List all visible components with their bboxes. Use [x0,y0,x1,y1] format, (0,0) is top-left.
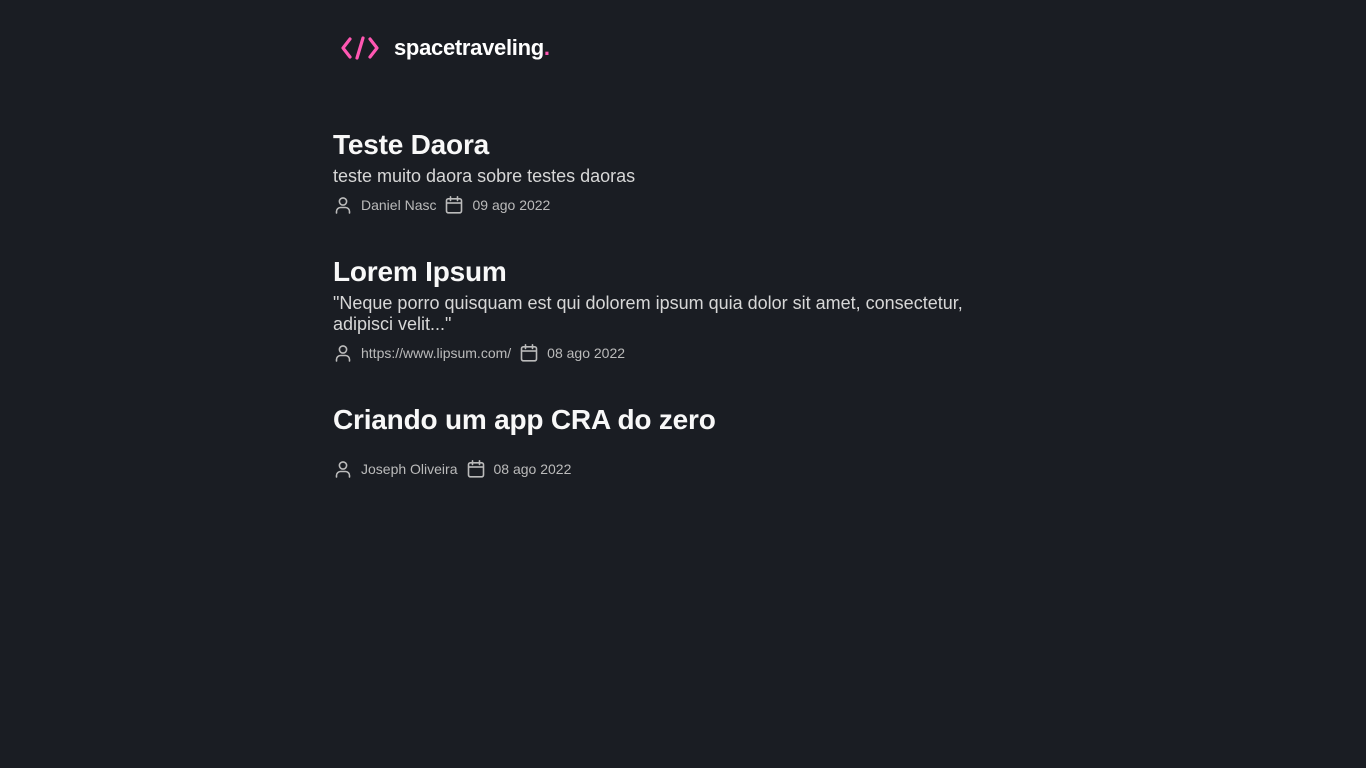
post-info: Daniel Nasc 09 ago 2022 [333,193,1033,217]
date-text: 08 ago 2022 [493,461,572,477]
author-name: Daniel Nasc [361,197,437,213]
post-title: Lorem Ipsum [333,256,507,287]
user-icon [335,197,351,214]
post-item[interactable]: Lorem Ipsum "Neque porro quisquam est qu… [333,255,1033,365]
post-info: Joseph Oliveira 08 ago 2022 [333,457,1033,481]
logo-dot: . [543,35,551,60]
calendar-icon [467,459,484,478]
post-item[interactable]: Teste Daora teste muito daora sobre test… [333,128,1033,217]
calendar-icon [520,343,538,362]
post-author: Joseph Oliveira [333,459,458,479]
post-author: Daniel Nasc [333,195,436,215]
date-text: 08 ago 2022 [547,345,626,361]
post-info: https://www.lipsum.com/ 08 ago 2022 [333,341,1033,365]
post-subtitle [333,441,1023,451]
date-text: 09 ago 2022 [472,197,551,213]
user-icon [335,461,351,478]
post-title: Criando um app CRA do zero [333,404,716,435]
site-logo[interactable]: spacetraveling. [341,33,550,63]
post-item[interactable]: Criando um app CRA do zero Joseph Olivei… [333,403,1033,481]
calendar-icon [446,195,463,214]
author-name: Joseph Oliveira [361,461,458,477]
post-subtitle: teste muito daora sobre testes daoras [333,166,636,186]
post-date: 09 ago 2022 [444,195,550,215]
post-subtitle: "Neque porro quisquam est qui dolorem ip… [333,293,963,334]
logo-text: spacetraveling [394,35,544,60]
post-title: Teste Daora [333,129,490,160]
post-date: 08 ago 2022 [466,459,572,479]
author-name: https://www.lipsum.com/ [361,345,512,361]
user-icon [335,345,351,362]
post-author: https://www.lipsum.com/ [333,343,511,363]
post-date: 08 ago 2022 [519,343,625,363]
code-brackets-icon [341,36,379,60]
